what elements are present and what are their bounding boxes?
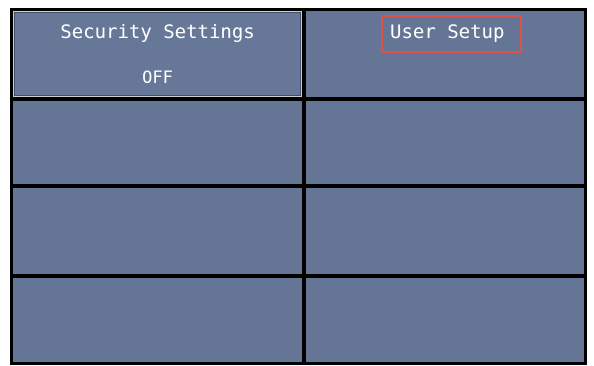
empty-cell-left-3[interactable] (13, 188, 302, 274)
empty-cell-right-2[interactable] (306, 101, 584, 184)
empty-cell-right-3[interactable] (306, 188, 584, 274)
user-setup-button[interactable]: User Setup (306, 11, 584, 97)
empty-cell-right-4[interactable] (306, 278, 584, 362)
security-settings-label: Security Settings (60, 21, 255, 43)
empty-cell-left-2[interactable] (13, 101, 302, 184)
security-settings-button[interactable]: Security Settings OFF (13, 11, 302, 97)
settings-grid: Security Settings OFF User Setup (10, 8, 587, 365)
security-settings-value: OFF (142, 68, 173, 88)
user-setup-label: User Setup (390, 21, 505, 43)
empty-cell-left-4[interactable] (13, 278, 302, 362)
